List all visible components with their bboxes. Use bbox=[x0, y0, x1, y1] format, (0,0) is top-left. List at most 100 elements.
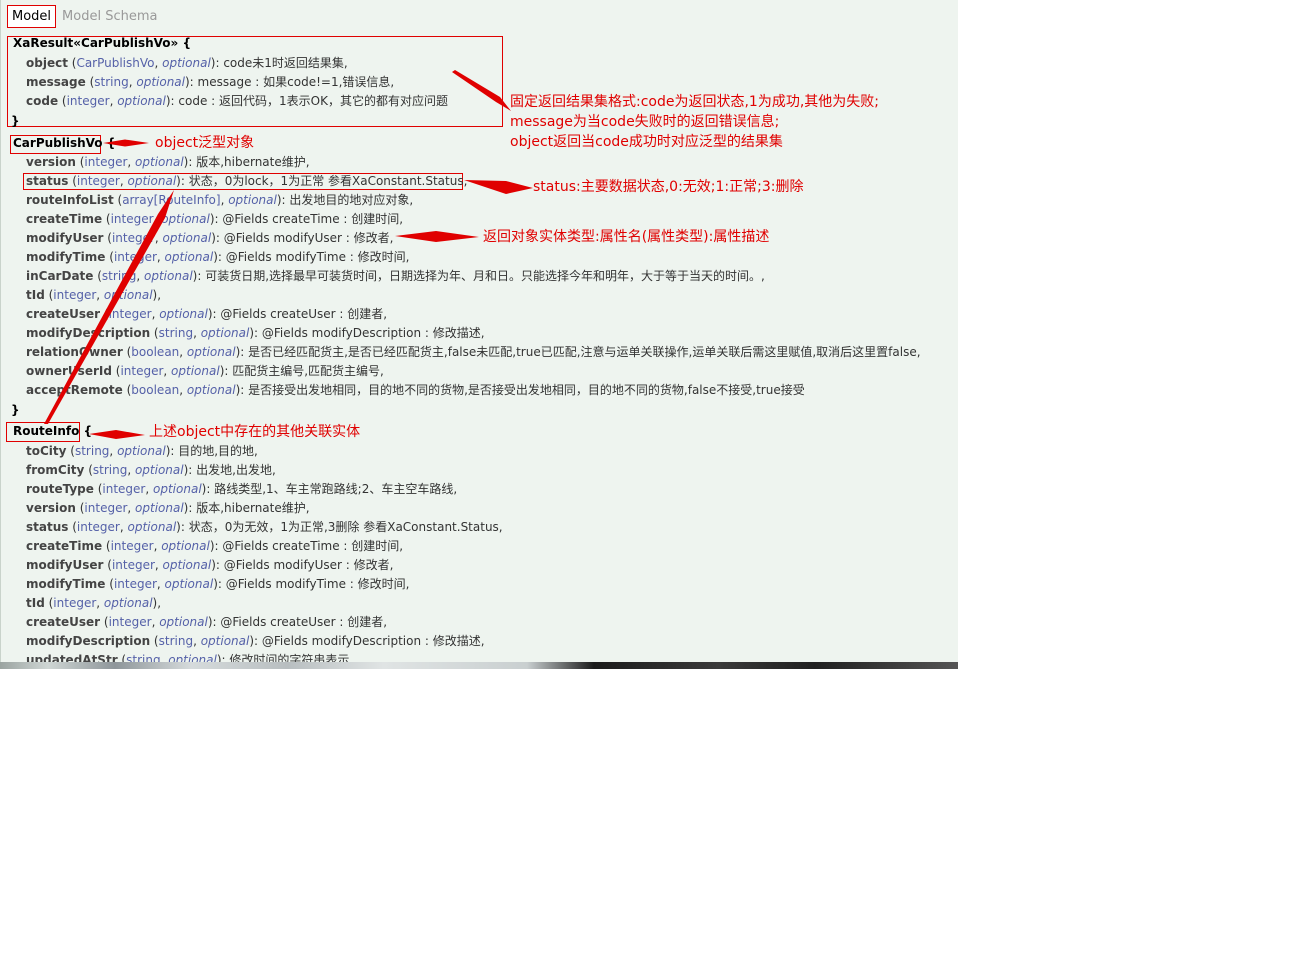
property-description: ): @Fields modifyDescription : 修改描述, bbox=[249, 326, 485, 340]
property-type[interactable]: integer bbox=[67, 94, 110, 108]
property-paren: ( bbox=[105, 250, 114, 264]
property-type[interactable]: integer bbox=[84, 501, 127, 515]
property-type[interactable]: integer bbox=[114, 250, 157, 264]
carpublishvo-title: CarPublishVo { bbox=[13, 136, 115, 150]
property-optional: optional bbox=[162, 558, 212, 572]
property-row-fromCity: fromCity (string, optional): 出发地,出发地, bbox=[26, 462, 276, 478]
property-type[interactable]: integer bbox=[84, 155, 127, 169]
property-row-status: status (integer, optional): 状态，0为无效，1为正常… bbox=[26, 519, 503, 535]
property-type[interactable]: integer bbox=[112, 231, 155, 245]
property-row-tId: tId (integer, optional), bbox=[26, 287, 161, 303]
property-type[interactable]: integer bbox=[112, 558, 155, 572]
property-type[interactable]: integer bbox=[77, 174, 120, 188]
property-type[interactable]: string bbox=[102, 269, 136, 283]
property-row-modifyUser: modifyUser (integer, optional): @Fields … bbox=[26, 557, 393, 573]
property-row-ownerUserId: ownerUserId (integer, optional): 匹配货主编号,… bbox=[26, 363, 384, 379]
property-name: toCity bbox=[26, 444, 67, 458]
property-type[interactable]: string bbox=[159, 326, 193, 340]
property-description: ): @Fields modifyTime : 修改时间, bbox=[213, 577, 410, 591]
property-separator: , bbox=[154, 56, 163, 70]
routeinfo-open-brace: { bbox=[79, 424, 93, 438]
property-paren: ( bbox=[102, 539, 111, 553]
property-optional: optional bbox=[186, 383, 236, 397]
property-type[interactable]: string bbox=[159, 634, 193, 648]
property-type[interactable]: string bbox=[94, 75, 128, 89]
property-optional: optional bbox=[161, 212, 210, 226]
property-description: ): @Fields createTime : 创建时间, bbox=[209, 539, 404, 553]
property-type[interactable]: boolean bbox=[131, 383, 179, 397]
note-generic-object: object泛型对象 bbox=[155, 135, 255, 151]
property-type[interactable]: array[RouteInfo] bbox=[122, 193, 220, 207]
property-type[interactable]: integer bbox=[114, 577, 157, 591]
property-type[interactable]: integer bbox=[53, 596, 96, 610]
property-description: ): 出发地,出发地, bbox=[183, 463, 276, 477]
property-paren: ( bbox=[84, 463, 93, 477]
property-paren: ( bbox=[102, 212, 111, 226]
property-name: modifyDescription bbox=[26, 634, 151, 648]
tab-model[interactable]: Model bbox=[7, 4, 57, 28]
property-separator: , bbox=[119, 174, 128, 188]
property-description: ): 是否已经匹配货主,是否已经匹配货主,false未匹配,true已匹配,注意… bbox=[235, 345, 921, 359]
property-name: routeInfoList bbox=[26, 193, 114, 207]
property-description: ): @Fields modifyUser : 修改者, bbox=[211, 558, 394, 572]
property-paren: ( bbox=[58, 94, 67, 108]
property-type[interactable]: integer bbox=[77, 520, 120, 534]
property-type[interactable]: CarPublishVo bbox=[76, 56, 154, 70]
model-tabs: Model Model Schema bbox=[7, 4, 161, 28]
property-optional: optional bbox=[103, 288, 153, 302]
property-optional: optional bbox=[135, 501, 184, 515]
note-status: status:主要数据状态,0:无效;1:正常;3:删除 bbox=[533, 179, 804, 195]
property-description: ): @Fields modifyUser : 修改者, bbox=[211, 231, 394, 245]
property-description: ): 路线类型,1、车主常跑路线;2、车主空车路线, bbox=[201, 482, 458, 496]
property-name: modifyTime bbox=[26, 577, 106, 591]
note-entity-format: 返回对象实体类型:属性名(属性类型):属性描述 bbox=[483, 229, 770, 245]
property-row-version: version (integer, optional): 版本,hibernat… bbox=[26, 154, 310, 170]
property-type[interactable]: integer bbox=[102, 482, 145, 496]
property-type[interactable]: string bbox=[93, 463, 127, 477]
property-type[interactable]: string bbox=[126, 653, 160, 662]
property-type[interactable]: boolean bbox=[131, 345, 179, 359]
property-name: object bbox=[26, 56, 68, 70]
property-name: code bbox=[26, 94, 59, 108]
property-description: ): 状态，0为lock，1为正常 参看XaConstant.Status, bbox=[176, 174, 468, 188]
property-row-modifyTime: modifyTime (integer, optional): @Fields … bbox=[26, 576, 409, 592]
property-type[interactable]: integer bbox=[109, 615, 152, 629]
property-name: tId bbox=[26, 288, 45, 302]
property-type[interactable]: string bbox=[75, 444, 109, 458]
routeinfo-name: RouteInfo bbox=[13, 424, 80, 438]
property-type[interactable]: integer bbox=[53, 288, 96, 302]
arrow-entity-format bbox=[395, 231, 479, 242]
property-name: modifyUser bbox=[26, 231, 104, 245]
property-row-object: object (CarPublishVo, optional): code未1时… bbox=[26, 55, 348, 71]
property-row-modifyUser: modifyUser (integer, optional): @Fields … bbox=[26, 230, 393, 246]
property-separator: , bbox=[96, 596, 104, 610]
property-type[interactable]: integer bbox=[111, 212, 154, 226]
property-paren: ( bbox=[103, 558, 112, 572]
property-separator: , bbox=[96, 288, 104, 302]
property-separator: , bbox=[136, 269, 145, 283]
note-result-format-3: object返回当code成功时对应泛型的结果集 bbox=[510, 134, 783, 150]
property-type[interactable]: integer bbox=[109, 307, 152, 321]
property-optional: optional bbox=[103, 596, 153, 610]
property-paren: ( bbox=[105, 577, 114, 591]
property-name: status bbox=[26, 520, 69, 534]
property-row-code: code (integer, optional): code : 返回代码，1表… bbox=[26, 93, 448, 109]
tab-model-schema[interactable]: Model Schema bbox=[58, 6, 161, 27]
property-type[interactable]: integer bbox=[111, 539, 154, 553]
property-type[interactable]: integer bbox=[120, 364, 163, 378]
property-paren: ( bbox=[103, 231, 112, 245]
property-separator: , bbox=[156, 250, 165, 264]
property-separator: , bbox=[163, 364, 172, 378]
property-row-createUser: createUser (integer, optional): @Fields … bbox=[26, 614, 387, 630]
property-description: ): @Fields modifyDescription : 修改描述, bbox=[249, 634, 485, 648]
property-description: ): 状态，0为无效，1为正常,3删除 参看XaConstant.Status, bbox=[176, 520, 503, 534]
property-name: createTime bbox=[26, 539, 103, 553]
property-description: ): code : 返回代码，1表示OK，其它的都有对应问题 bbox=[165, 94, 448, 108]
property-optional: optional bbox=[127, 174, 177, 188]
arrow-status bbox=[464, 180, 533, 194]
property-separator: , bbox=[179, 383, 187, 397]
property-description: ), bbox=[152, 288, 162, 302]
property-name: updatedAtStr bbox=[26, 653, 118, 662]
property-optional: optional bbox=[186, 345, 236, 359]
note-related-entities: 上述object中存在的其他关联实体 bbox=[149, 424, 361, 440]
